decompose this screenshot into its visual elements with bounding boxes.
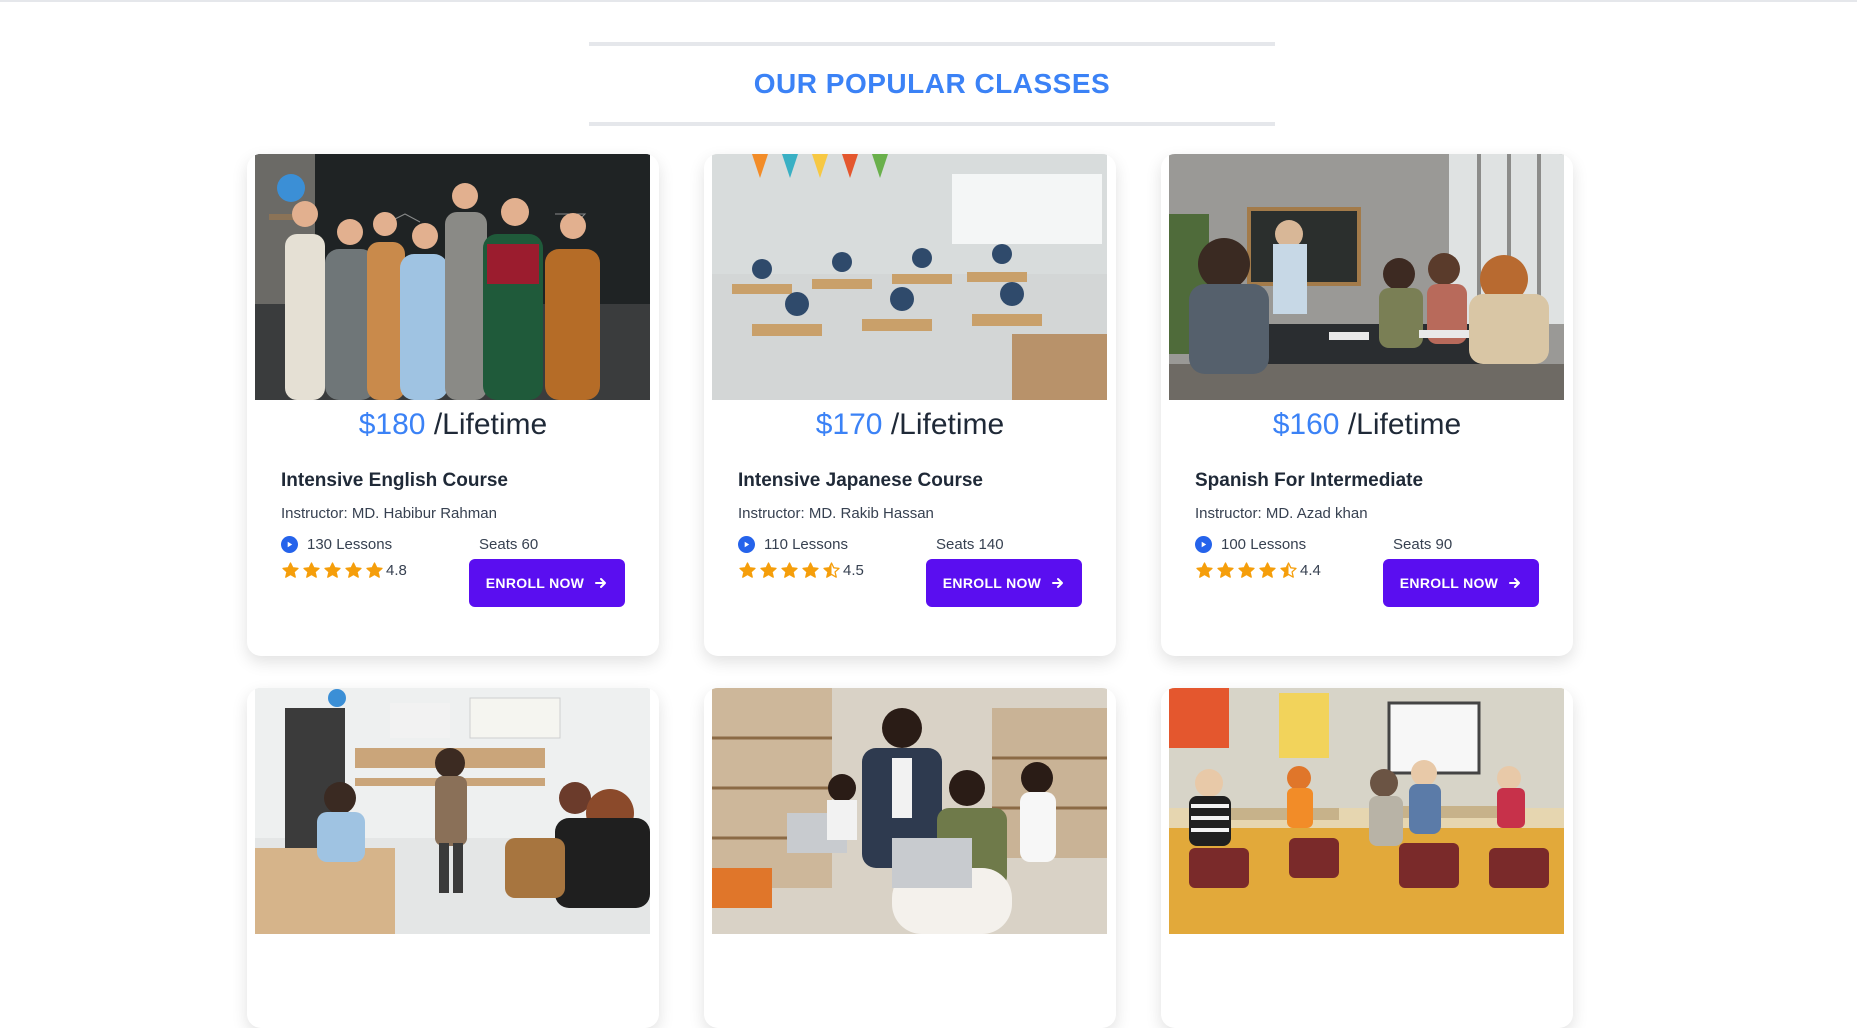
meta-row: 130 Lessons Seats 60: [281, 536, 625, 553]
star-icon: [1196, 562, 1213, 578]
instructor: Instructor: MD. Rakib Hassan: [738, 505, 934, 522]
section-header: OUR POPULAR CLASSES: [589, 42, 1275, 126]
price: $180 /Lifetime: [255, 408, 651, 442]
price-period: /Lifetime: [1347, 408, 1462, 441]
play-icon: [281, 536, 298, 553]
card-body: Intensive English Course Instructor: MD.…: [255, 470, 651, 607]
star-icon: [760, 562, 777, 578]
rating-value: 4.4: [1300, 562, 1321, 579]
class-card: $180 /Lifetime Intensive English Course …: [247, 154, 659, 656]
star-icon: [345, 562, 362, 578]
lessons-count: 100 Lessons: [1221, 536, 1307, 553]
arrow-right-icon: [1509, 578, 1521, 588]
price-amount: $170: [815, 408, 883, 441]
class-image: [255, 154, 650, 400]
lessons-count: 110 Lessons: [764, 536, 848, 553]
lessons: 110 Lessons: [738, 536, 936, 553]
price: $160 /Lifetime: [1169, 408, 1565, 442]
star-icon: [781, 562, 798, 578]
star-icon: [303, 562, 320, 578]
class-image: [1169, 688, 1564, 934]
enroll-label: ENROLL NOW: [942, 575, 1042, 591]
star-icon: [739, 562, 756, 578]
instructor: Instructor: MD. Azad khan: [1195, 505, 1368, 522]
card-body: Spanish For Intermediate Instructor: MD.…: [1169, 470, 1565, 607]
star-icon: [1217, 562, 1234, 578]
play-icon: [1195, 536, 1212, 553]
bottom-row: 4.8 ENROLL NOW: [281, 559, 625, 607]
seats: Seats 90: [1393, 536, 1453, 553]
enroll-button[interactable]: ENROLL NOW: [469, 559, 625, 607]
seats: Seats 60: [479, 536, 539, 553]
class-card: [704, 688, 1116, 1028]
lessons: 100 Lessons: [1195, 536, 1393, 553]
price-amount: $180: [358, 408, 426, 441]
price: $170 /Lifetime: [712, 408, 1108, 442]
course-title: Spanish For Intermediate: [1195, 470, 1424, 491]
price-amount: $160: [1272, 408, 1340, 441]
top-divider: [0, 0, 1857, 4]
star-icon: [1280, 562, 1297, 578]
class-card: [1161, 688, 1573, 1028]
star-icon: [282, 562, 299, 578]
enroll-label: ENROLL NOW: [485, 575, 585, 591]
rating: 4.4: [1195, 561, 1321, 580]
star-icon: [1238, 562, 1255, 578]
lessons: 130 Lessons: [281, 536, 479, 553]
play-icon: [738, 536, 755, 553]
class-image: [712, 688, 1107, 934]
course-title: Intensive Japanese Course: [738, 470, 983, 491]
enroll-button[interactable]: ENROLL NOW: [1383, 559, 1539, 607]
course-title: Intensive English Course: [281, 470, 508, 491]
price-period: /Lifetime: [890, 408, 1005, 441]
rating: 4.8: [281, 561, 407, 580]
enroll-label: ENROLL NOW: [1399, 575, 1499, 591]
star-icon: [802, 562, 819, 578]
star-icon: [823, 562, 840, 578]
star-icon: [366, 562, 383, 578]
rating-value: 4.8: [386, 562, 407, 579]
instructor: Instructor: MD. Habibur Rahman: [281, 505, 497, 522]
class-card: [247, 688, 659, 1028]
rating-value: 4.5: [843, 562, 864, 579]
star-icon: [1259, 562, 1276, 578]
star-icon: [324, 562, 341, 578]
arrow-right-icon: [1052, 578, 1064, 588]
enroll-button[interactable]: ENROLL NOW: [926, 559, 1082, 607]
price-period: /Lifetime: [433, 408, 548, 441]
section-title: OUR POPULAR CLASSES: [753, 68, 1111, 99]
rating: 4.5: [738, 561, 864, 580]
arrow-right-icon: [595, 578, 607, 588]
bottom-row: 4.4 ENROLL NOW: [1195, 559, 1539, 607]
class-card: $160 /Lifetime Spanish For Intermediate …: [1161, 154, 1573, 656]
seats: Seats 140: [936, 536, 1004, 553]
meta-row: 110 Lessons Seats 140: [738, 536, 1082, 553]
class-image: [255, 688, 650, 934]
class-image: [712, 154, 1107, 400]
class-card: $170 /Lifetime Intensive Japanese Course…: [704, 154, 1116, 656]
meta-row: 100 Lessons Seats 90: [1195, 536, 1539, 553]
card-body: Intensive Japanese Course Instructor: MD…: [712, 470, 1108, 607]
class-image: [1169, 154, 1564, 400]
classes-grid: $180 /Lifetime Intensive English Course …: [247, 154, 1573, 1028]
bottom-row: 4.5 ENROLL NOW: [738, 559, 1082, 607]
lessons-count: 130 Lessons: [307, 536, 393, 553]
